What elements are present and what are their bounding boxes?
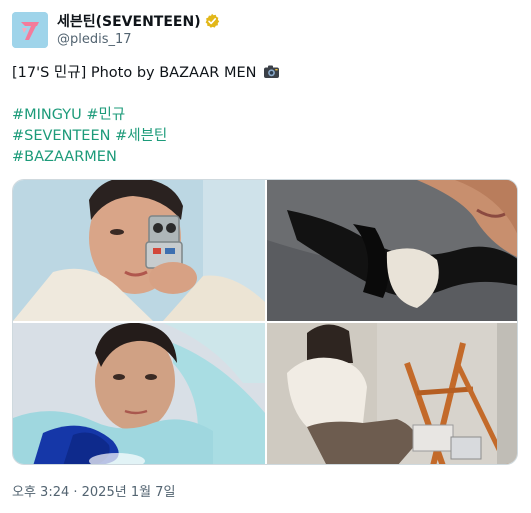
photo-1[interactable] xyxy=(13,180,265,321)
verified-badge-icon[interactable] xyxy=(204,13,220,29)
hashtag-seventeen-kr[interactable]: #세븐틴 xyxy=(115,128,167,144)
photo-3[interactable] xyxy=(13,323,265,464)
camera-flash-icon xyxy=(263,64,280,79)
author-name-row[interactable]: 세븐틴(SEVENTEEN) xyxy=(57,11,220,31)
media-grid xyxy=(12,179,518,465)
seventeen-logo-icon xyxy=(12,12,48,48)
profile-avatar[interactable] xyxy=(12,12,48,48)
hashtag-bazaarmen[interactable]: #BAZAARMEN xyxy=(12,149,117,165)
tweet-card: 세븐틴(SEVENTEEN) @pledis_17 [17'S 민규] Phot… xyxy=(0,0,531,513)
hashtag-mingyu[interactable]: #MINGYU xyxy=(12,107,82,123)
hashtag-mingyu-kr[interactable]: #민규 xyxy=(86,107,125,123)
photo-4[interactable] xyxy=(267,323,517,464)
tweet-timestamp[interactable]: 오후 3:24 · 2025년 1월 7일 xyxy=(12,481,175,500)
photo-2[interactable] xyxy=(267,180,517,321)
display-name[interactable]: 세븐틴(SEVENTEEN) xyxy=(57,11,201,31)
hashtag-seventeen[interactable]: #SEVENTEEN xyxy=(12,128,110,144)
user-handle[interactable]: @pledis_17 xyxy=(57,32,132,47)
tweet-text: [17'S 민규] Photo by BAZAAR MEN #MINGYU #민… xyxy=(12,63,517,168)
tweet-line-1: [17'S 민규] Photo by BAZAAR MEN xyxy=(12,65,257,81)
